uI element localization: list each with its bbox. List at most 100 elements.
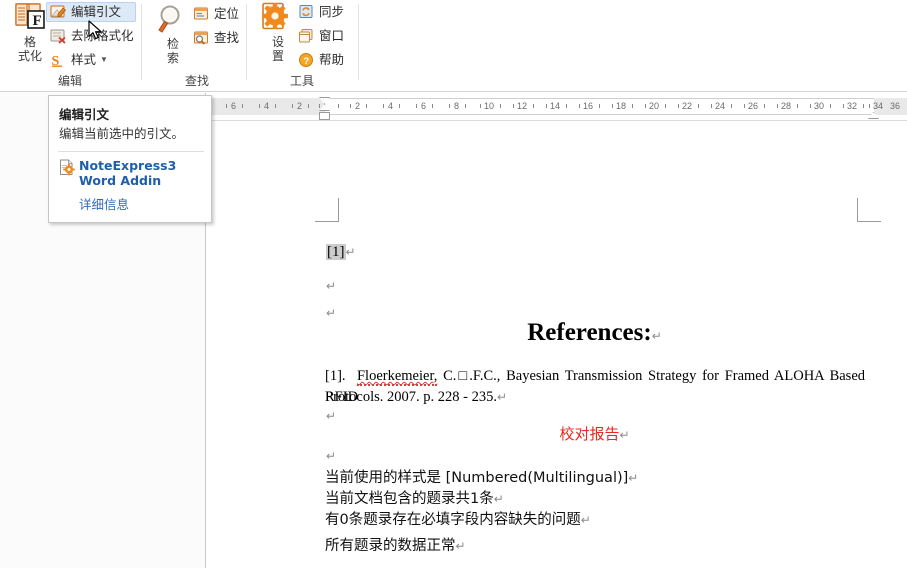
paragraph-mark: ↵	[345, 245, 356, 259]
ruler-tick-label: 26	[748, 101, 759, 111]
ruler-tick	[513, 104, 514, 108]
reference-number: [1].	[325, 368, 346, 384]
reference-line2-text: Protocols. 2007. p. 228 - 235.	[325, 389, 497, 405]
tooltip-title: 编辑引文	[59, 107, 110, 122]
ruler-tick	[533, 104, 534, 108]
report-line[interactable]: 有0条题录存在必填字段内容缺失的问题↵	[325, 510, 591, 531]
ruler-tick	[399, 104, 400, 108]
group-separator-3	[358, 4, 359, 80]
ruler-tick	[863, 104, 864, 108]
word-addin-screen: F 格 式化 编辑引文 去除格式化 S 样式 ▼ 编辑 检 索 定位 查找 查找…	[0, 0, 907, 568]
report-line-text: 有0条题录存在必填字段内容缺失的问题	[325, 512, 581, 528]
settings-big-button-label-2: 置	[271, 49, 284, 63]
ruler-tick	[308, 104, 309, 108]
ruler-tick	[744, 104, 745, 108]
ruler-tick-label: 6	[421, 101, 427, 111]
document-page[interactable]: [1]↵ ↵ ↵ References:↵ [1]. Floerkemeier,…	[207, 121, 907, 568]
margin-corner-top-left	[315, 198, 339, 222]
page-title: References:	[527, 319, 652, 346]
ruler-tick-label: 2	[297, 101, 303, 111]
ruler-tick-label: 12	[517, 101, 528, 111]
find-label: 查找	[214, 31, 240, 45]
paragraph-mark: ↵	[496, 390, 508, 404]
ruler-tick	[416, 104, 417, 108]
svg-text:?: ?	[303, 56, 309, 67]
gear-settings-icon	[261, 2, 295, 34]
help-label: 帮助	[319, 53, 345, 67]
ruler-tick-label: 22	[682, 101, 693, 111]
window-label: 窗口	[319, 29, 345, 43]
ruler-tick	[810, 104, 811, 108]
ruler-tick	[632, 104, 633, 108]
sync-button[interactable]: 同步	[294, 2, 352, 22]
report-line-text: 所有题录的数据正常	[325, 538, 456, 554]
ruler-tick	[500, 104, 501, 108]
paragraph-mark: ↵	[651, 329, 662, 343]
ruler-tick-label: 24	[715, 101, 726, 111]
document-gear-icon	[59, 159, 75, 176]
ruler-tick	[465, 104, 466, 108]
paragraph-mark: ↵	[326, 409, 337, 423]
format-group-label: 编辑	[57, 74, 82, 88]
ribbon-group-find: 检 索 定位 查找 查找	[142, 0, 252, 92]
paragraph-mark: ↵	[580, 513, 591, 527]
tools-group-label: 工具	[289, 74, 314, 88]
ruler-tick	[665, 104, 666, 108]
paragraph-mark: ↵	[326, 306, 337, 320]
ruler-tick	[645, 104, 646, 108]
ruler-tick	[731, 104, 732, 108]
tooltip-edit-citation: 编辑引文 编辑当前选中的引文。 NoteExpress3 Word Addin …	[48, 95, 212, 223]
ruler-tick	[830, 104, 831, 108]
report-line[interactable]: 当前文档包含的题录共1条↵	[325, 489, 504, 510]
references-heading-line[interactable]: References:↵	[326, 319, 863, 347]
ruler-tick	[259, 104, 260, 108]
search-big-button-label-2: 索	[166, 51, 179, 65]
style-label: 样式	[71, 53, 97, 67]
book-f-icon: F	[13, 2, 47, 34]
ruler-tick	[480, 104, 481, 108]
paragraph-mark: ↵	[326, 449, 337, 463]
ruler-tick	[869, 104, 870, 108]
proofread-report-title-line[interactable]: 校对报告↵	[326, 423, 863, 444]
document-canvas[interactable]: [1]↵ ↵ ↵ References:↵ [1]. Floerkemeier,…	[207, 121, 907, 568]
ruler-tick	[275, 104, 276, 108]
sync-label: 同步	[319, 5, 345, 19]
ruler-tick	[843, 104, 844, 108]
ruler-tick	[546, 104, 547, 108]
report-line[interactable]: 当前使用的样式是 [Numbered(Multilingual)]↵	[325, 468, 638, 489]
ribbon: F 格 式化 编辑引文 去除格式化 S 样式 ▼ 编辑 检 索 定位 查找 查找…	[0, 0, 907, 92]
ruler-tick-label: 2	[355, 101, 361, 111]
report-line[interactable]: 所有题录的数据正常↵	[325, 536, 466, 557]
reference-entry-line2[interactable]: Protocols. 2007. p. 228 - 235.↵	[325, 387, 865, 408]
left-indent-marker[interactable]	[319, 112, 330, 120]
citation-field-line[interactable]: [1]↵	[326, 243, 356, 261]
ruler-tick	[711, 104, 712, 108]
ruler-tick-label: 6	[231, 101, 237, 111]
locate-button[interactable]: 定位	[189, 4, 247, 24]
help-button[interactable]: ? 帮助	[294, 50, 352, 70]
ruler-tick	[242, 104, 243, 108]
report-line-text: 当前使用的样式是 [Numbered(Multilingual)]	[325, 470, 629, 486]
window-button[interactable]: 窗口	[294, 26, 352, 46]
ruler-tick	[366, 104, 367, 108]
ruler-tick	[319, 104, 320, 108]
paragraph-mark: ↵	[455, 539, 466, 553]
edit-citation-button[interactable]: 编辑引文	[46, 2, 136, 22]
ruler-tick	[612, 104, 613, 108]
paragraph-mark: ↵	[326, 279, 337, 293]
sync-icon	[298, 4, 315, 20]
margin-corner-top-right	[857, 198, 881, 222]
edit-citation-icon	[50, 4, 67, 20]
ruler-tick-label: 18	[616, 101, 627, 111]
ruler-tick-label: 36	[890, 101, 901, 111]
find-button[interactable]: 查找	[189, 28, 247, 48]
search-big-button-label-1: 检	[166, 37, 179, 51]
horizontal-ruler[interactable]: 6 4 2 2 4 6 8 10 12 14 16 18 20 22 24 26…	[206, 93, 907, 121]
tooltip-more-info-link[interactable]: 详细信息	[79, 194, 129, 213]
citation-field[interactable]: [1]	[326, 244, 346, 260]
ruler-tick	[579, 104, 580, 108]
chevron-down-icon[interactable]: ▼	[100, 52, 108, 68]
ruler-tick	[226, 104, 227, 108]
report-line-text: 当前文档包含的题录共1条	[325, 491, 494, 507]
style-button[interactable]: S 样式 ▼	[46, 50, 136, 70]
